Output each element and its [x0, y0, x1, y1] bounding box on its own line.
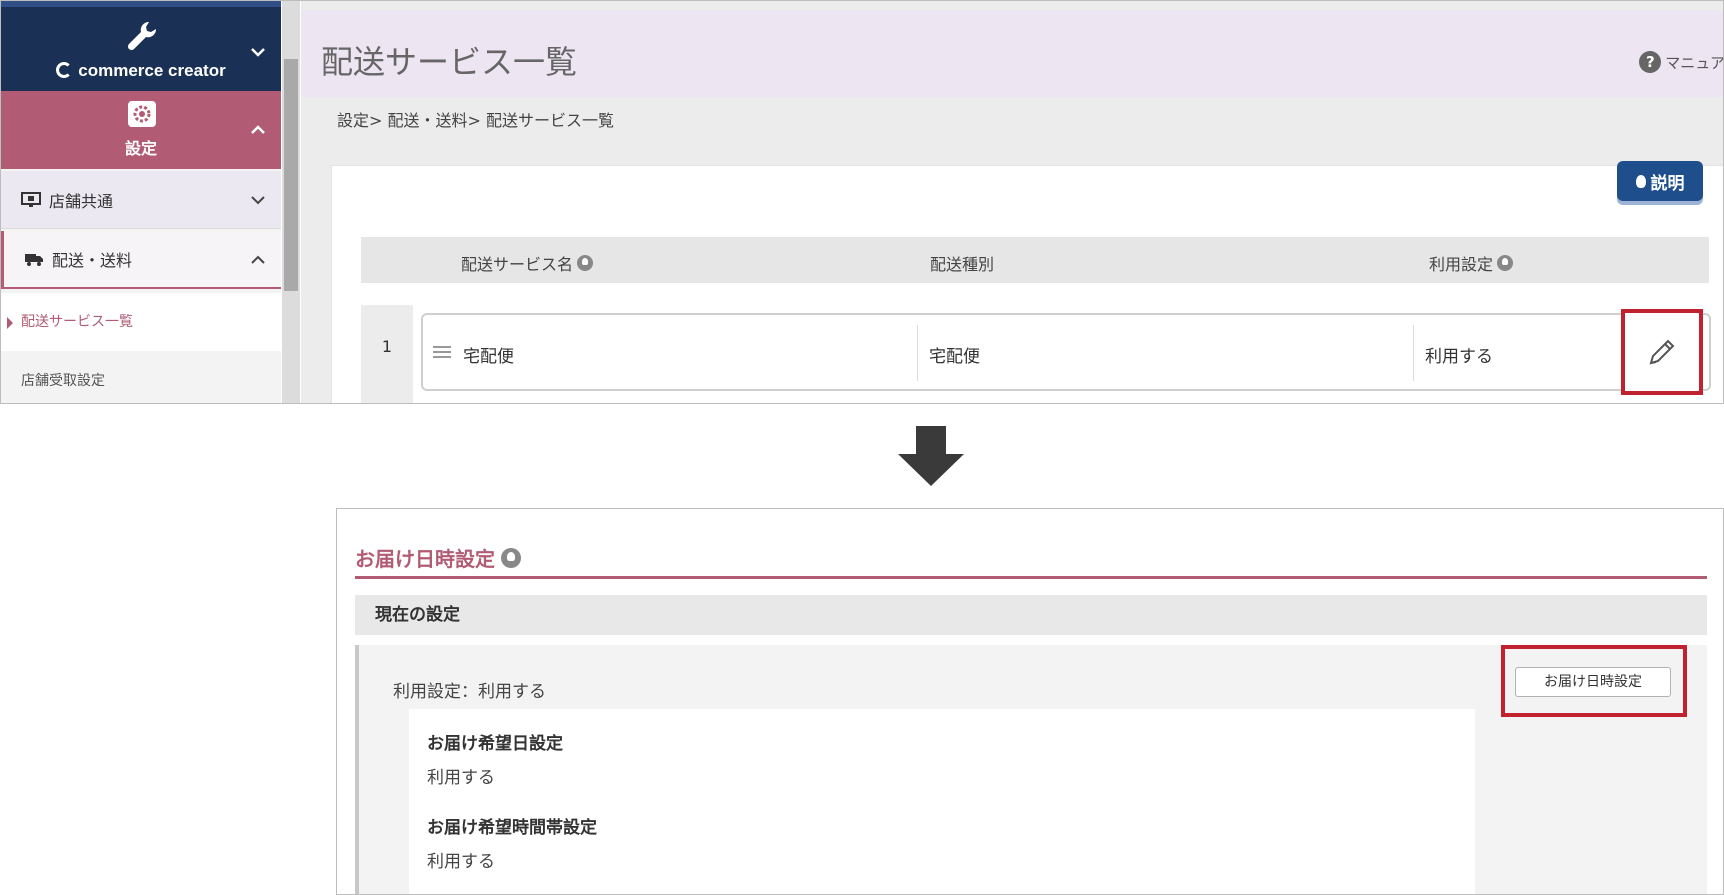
breadcrumb: 設定> 配送・送料> 配送サービス一覧	[337, 111, 614, 130]
column-header-label: 配送種別	[930, 255, 995, 274]
pencil-icon[interactable]	[1647, 337, 1677, 367]
sidebar-item-label: 配送・送料	[52, 251, 133, 270]
edit-button-highlight[interactable]	[1621, 309, 1703, 395]
settings-menu[interactable]: 設定	[1, 91, 281, 169]
help-circle-icon: ?	[1639, 51, 1662, 73]
usage-status: 利用設定：利用する	[393, 682, 546, 702]
drag-handle-icon[interactable]	[433, 345, 451, 359]
chevron-up-icon[interactable]	[247, 249, 269, 271]
delivery-datetime-screenshot: お届け日時設定 現在の設定 利用設定：利用する お届け希望日設定 利用する お届…	[336, 508, 1724, 895]
info-icon[interactable]	[577, 255, 594, 271]
sidebar-subitem-label: 店舗受取設定	[21, 373, 105, 389]
current-settings-header: 現在の設定	[355, 595, 1707, 635]
sidebar-item-label: 店舗共通	[49, 191, 114, 211]
brand-menu[interactable]: commerce creator	[1, 1, 281, 91]
monitor-icon	[21, 191, 41, 207]
lightbulb-icon	[1635, 174, 1646, 188]
table-header: 配送サービス名 配送種別 利用設定	[361, 237, 1709, 283]
sidebar-subitem-store-pickup[interactable]: 店舗受取設定	[1, 353, 281, 403]
brand-logo-icon	[56, 62, 73, 78]
delivery-time-value: 利用する	[427, 852, 495, 872]
settings-summary: お届け希望日設定 利用する お届け希望時間帯設定 利用する	[409, 709, 1475, 894]
arrow-down-icon	[898, 426, 964, 486]
delivery-date-value: 利用する	[427, 768, 495, 788]
gear-icon	[128, 101, 156, 127]
service-list-screenshot: commerce creator 設定 店舗共通 配送・送料 配送サービス一覧 …	[0, 0, 1724, 404]
info-icon[interactable]	[1497, 255, 1514, 271]
manual-label: マニュア	[1665, 53, 1724, 72]
manual-link[interactable]: ? マニュア	[1639, 51, 1724, 73]
delivery-time-heading: お届け希望時間帯設定	[427, 818, 597, 838]
wrench-icon	[127, 21, 157, 51]
sidebar-subitem-label: 配送サービス一覧	[21, 314, 133, 330]
column-header-label: 配送サービス名	[461, 255, 574, 274]
cell-usage: 利用する	[1425, 347, 1493, 367]
brand-name: commerce creator	[1, 61, 281, 81]
column-header-label: 利用設定	[1429, 255, 1494, 274]
info-icon[interactable]	[501, 547, 521, 568]
help-badge[interactable]: 説明	[1617, 161, 1703, 201]
sidebar-subitem-service-list[interactable]: 配送サービス一覧	[1, 293, 281, 351]
section-title: お届け日時設定	[355, 543, 521, 572]
section-divider	[355, 576, 1707, 579]
cell-service-type: 宅配便	[929, 347, 980, 367]
sidebar-scrollbar-thumb[interactable]	[284, 59, 298, 291]
chevron-down-icon[interactable]	[247, 41, 269, 63]
column-header-service-name: 配送サービス名	[461, 251, 594, 275]
column-divider	[917, 325, 918, 381]
truck-icon	[25, 254, 43, 266]
chevron-up-icon[interactable]	[247, 119, 269, 141]
sidebar-item-shipping[interactable]: 配送・送料	[1, 231, 281, 289]
help-badge-label: 説明	[1650, 173, 1685, 194]
active-marker-icon	[7, 317, 13, 329]
row-number: 1	[361, 305, 413, 403]
delivery-date-heading: お届け希望日設定	[427, 734, 563, 754]
sidebar: commerce creator 設定 店舗共通 配送・送料 配送サービス一覧 …	[1, 1, 281, 403]
chevron-down-icon[interactable]	[247, 189, 269, 211]
column-divider	[1413, 325, 1414, 381]
column-header-service-type: 配送種別	[930, 251, 994, 275]
column-header-usage: 利用設定	[1429, 251, 1514, 275]
section-title-label: お届け日時設定	[355, 547, 495, 571]
cell-service-name: 宅配便	[463, 347, 514, 367]
delivery-datetime-settings-button[interactable]: お届け日時設定	[1515, 667, 1671, 697]
table-row[interactable]: 宅配便 宅配便 利用する	[421, 313, 1711, 391]
page-title: 配送サービス一覧	[321, 43, 578, 81]
settings-label: 設定	[124, 139, 157, 158]
page-header: 配送サービス一覧 ? マニュア	[301, 11, 1724, 97]
sidebar-item-store-common[interactable]: 店舗共通	[1, 171, 281, 229]
brand-label: commerce creator	[78, 61, 226, 80]
